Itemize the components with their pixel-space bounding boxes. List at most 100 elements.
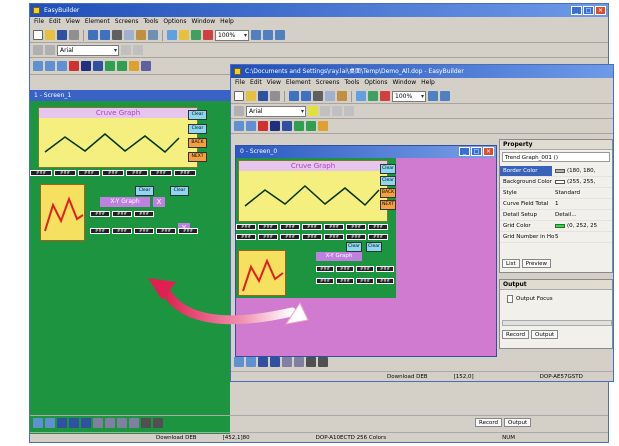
property-row[interactable]: Grid Color (0, 252, 25 xyxy=(500,221,612,232)
front-color-icon[interactable] xyxy=(308,106,318,116)
curve-graph-main[interactable]: Cruve Graph xyxy=(38,107,198,168)
paste-icon[interactable] xyxy=(136,30,146,40)
graph-tool-icon[interactable] xyxy=(117,61,127,71)
screen-0-xy-graph[interactable] xyxy=(238,250,286,296)
menu-element[interactable]: Element xyxy=(85,17,110,27)
bar-tool-icon[interactable] xyxy=(129,61,139,71)
property-object[interactable]: Trend Graph_001 () xyxy=(502,152,610,162)
front-draw-icon-1[interactable] xyxy=(234,356,244,367)
front-save-icon[interactable] xyxy=(258,91,268,101)
zoom-out-icon[interactable] xyxy=(263,30,273,40)
polyline-tool-icon[interactable] xyxy=(45,61,55,71)
screen-0-curve-graph[interactable]: Cruve Graph xyxy=(238,160,388,222)
screen-0-minimize-icon[interactable]: _ xyxy=(459,147,470,156)
redo-icon[interactable] xyxy=(100,30,110,40)
front-paste-icon[interactable] xyxy=(337,91,347,101)
tab-preview[interactable]: Preview xyxy=(521,259,552,268)
front-font-select[interactable]: Arial xyxy=(246,105,306,117)
output-focus-item[interactable]: Output Focus xyxy=(506,294,606,304)
menu-edit[interactable]: Edit xyxy=(49,17,61,27)
download-icon[interactable] xyxy=(191,30,201,40)
menu-view[interactable]: View xyxy=(66,17,80,27)
front-zoom-out-icon[interactable] xyxy=(440,91,450,101)
close-icon[interactable]: × xyxy=(595,6,606,15)
draw-icon-3[interactable] xyxy=(57,418,67,428)
front-menu-view[interactable]: View xyxy=(267,78,281,88)
menu-window[interactable]: Window xyxy=(191,17,215,27)
align-right-icon[interactable] xyxy=(45,45,55,55)
menu-screens[interactable]: Screens xyxy=(115,17,139,27)
property-row[interactable]: Background Color (255, 255, xyxy=(500,177,612,188)
screen-0-clear-button-2[interactable]: Clear xyxy=(380,176,396,186)
front-menu-options[interactable]: Options xyxy=(364,78,387,88)
property-row[interactable]: Style Standard xyxy=(500,188,612,199)
front-circle-tool-icon[interactable] xyxy=(258,121,268,131)
draw-icon-9[interactable] xyxy=(129,418,139,428)
draw-icon-1[interactable] xyxy=(33,418,43,428)
front-bar-tool-icon[interactable] xyxy=(318,121,328,131)
minimize-icon[interactable]: _ xyxy=(571,6,582,15)
front-title-bar[interactable]: C:\Documents and Settings\ray.lai\桌面\Tem… xyxy=(231,65,613,78)
main-font-select[interactable]: Arial xyxy=(57,44,119,56)
new-file-icon[interactable] xyxy=(33,30,43,40)
property-row[interactable]: Grid Number in Ho 5 xyxy=(500,232,612,243)
front-menu-window[interactable]: Window xyxy=(392,78,416,88)
main-zoom-select[interactable]: 100% xyxy=(215,29,249,41)
next-button[interactable]: NEXT xyxy=(188,152,207,162)
front-zoom-select[interactable]: 100% xyxy=(392,90,426,102)
open-folder-icon[interactable] xyxy=(45,30,55,40)
front-button-tool-icon[interactable] xyxy=(282,121,292,131)
draw-icon-11[interactable] xyxy=(153,418,163,428)
meter-tool-icon[interactable] xyxy=(105,61,115,71)
draw-icon-6[interactable] xyxy=(93,418,103,428)
front-compile-icon[interactable] xyxy=(380,91,390,101)
tab-list[interactable]: List xyxy=(502,259,520,268)
line-tool-icon[interactable] xyxy=(33,61,43,71)
menu-file[interactable]: File xyxy=(34,17,44,27)
front-menu-file[interactable]: File xyxy=(235,78,245,88)
draw-icon-8[interactable] xyxy=(117,418,127,428)
front-redo-icon[interactable] xyxy=(301,91,311,101)
front-graph-tool-icon[interactable] xyxy=(306,121,316,131)
lamp-tool-icon[interactable] xyxy=(81,61,91,71)
tab-output[interactable]: Output xyxy=(531,330,559,339)
print-icon[interactable] xyxy=(69,30,79,40)
rect-tool-icon[interactable] xyxy=(57,61,67,71)
screen-0-clear-button[interactable]: Clear xyxy=(380,164,396,174)
property-row[interactable]: Border Color (180, 180, xyxy=(500,166,612,177)
screen-0-close-icon[interactable]: × xyxy=(483,147,494,156)
draw-icon-7[interactable] xyxy=(105,418,115,428)
front-underline-icon[interactable] xyxy=(344,106,354,116)
maximize-icon[interactable]: □ xyxy=(583,6,594,15)
front-draw-icon-5[interactable] xyxy=(282,356,292,367)
front-draw-icon-2[interactable] xyxy=(246,356,256,367)
front-draw-icon-3[interactable] xyxy=(258,356,268,367)
xy-clear-button[interactable]: Clear xyxy=(135,186,154,196)
front-menu-element[interactable]: Element xyxy=(286,78,311,88)
front-cut-icon[interactable] xyxy=(313,91,323,101)
front-download-icon[interactable] xyxy=(368,91,378,101)
folder-icon[interactable] xyxy=(179,30,189,40)
output-scrollbar[interactable] xyxy=(502,320,612,326)
screen-0-xy-clear-button[interactable]: Clear xyxy=(346,242,362,252)
front-line-tool-icon[interactable] xyxy=(234,121,244,131)
zoom-fit-icon[interactable] xyxy=(275,30,285,40)
compile-icon[interactable] xyxy=(203,30,213,40)
front-menu-tools[interactable]: Tools xyxy=(345,78,360,88)
clear-button-2[interactable]: Clear xyxy=(188,124,207,134)
front-align-icon[interactable] xyxy=(234,106,244,116)
table-tool-icon[interactable] xyxy=(141,61,151,71)
screen-1-canvas[interactable]: Cruve Graph Clear Clear BACK NEXT ### ##… xyxy=(30,101,230,434)
cut-icon[interactable] xyxy=(112,30,122,40)
front-menu-screens[interactable]: Screens xyxy=(316,78,340,88)
screen-0-maximize-icon[interactable]: □ xyxy=(471,147,482,156)
tab-record[interactable]: Record xyxy=(502,330,530,339)
front-draw-icon-8[interactable] xyxy=(318,356,328,367)
front-draw-icon-4[interactable] xyxy=(270,356,280,367)
screen-icon[interactable] xyxy=(167,30,177,40)
front-bold-icon[interactable] xyxy=(320,106,330,116)
property-row[interactable]: Detail Setup Detail... xyxy=(500,210,612,221)
front-open-icon[interactable] xyxy=(246,91,256,101)
front-menu-help[interactable]: Help xyxy=(421,78,435,88)
front-rect-tool-icon[interactable] xyxy=(246,121,256,131)
